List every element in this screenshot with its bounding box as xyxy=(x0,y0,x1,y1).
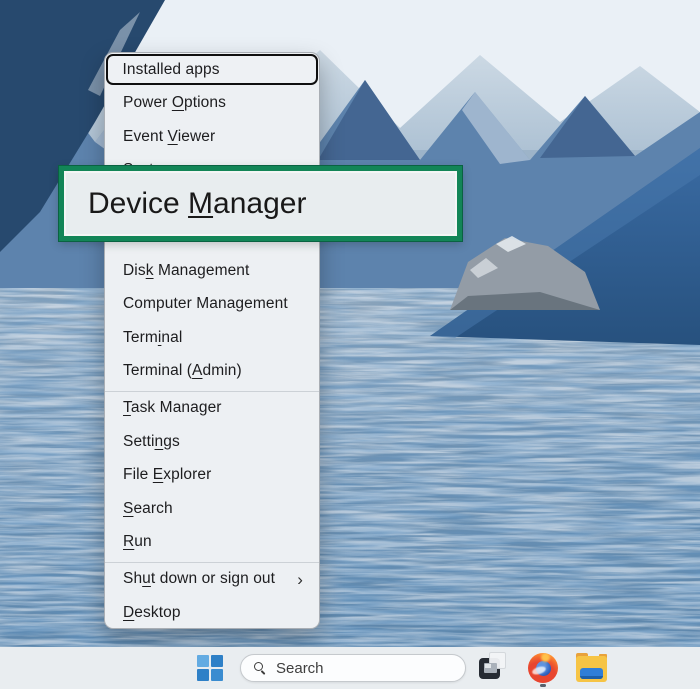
callout-label: Device Manager xyxy=(88,187,306,221)
menu-item-installed-apps[interactable]: Installed apps xyxy=(106,54,318,85)
menu-item-label: Settings xyxy=(123,433,180,451)
menu-item-search[interactable]: Search xyxy=(106,493,318,524)
file-explorer-icon[interactable] xyxy=(576,653,607,682)
menu-item-label: Run xyxy=(123,533,152,551)
windows-logo-icon xyxy=(211,655,223,667)
menu-item-label: Computer Management xyxy=(123,295,288,313)
menu-item-disk-management[interactable]: Disk Management xyxy=(106,255,318,286)
menu-item-file-explorer[interactable]: File Explorer xyxy=(106,460,318,491)
quick-link-menu: Installed apps Power Options Event Viewer S… xyxy=(104,52,320,629)
menu-item-label: Installed apps xyxy=(123,61,220,79)
menu-item-label: Power Options xyxy=(123,94,226,112)
firefox-icon[interactable] xyxy=(528,653,558,683)
menu-item-label: Terminal (Admin) xyxy=(123,362,242,380)
windows-logo-icon xyxy=(211,669,223,681)
screenshot-app-icon[interactable] xyxy=(479,649,509,685)
firefox-running-indicator xyxy=(540,684,546,687)
menu-item-computer-management[interactable]: Computer Management xyxy=(106,289,318,320)
windows-logo-icon xyxy=(197,669,209,681)
menu-item-event-viewer[interactable]: Event Viewer xyxy=(106,121,318,152)
menu-item-task-manager[interactable]: Task Manager xyxy=(106,393,318,424)
desktop: Installed apps Power Options Event Viewer S… xyxy=(0,0,700,689)
menu-item-terminal[interactable]: Terminal xyxy=(106,322,318,353)
menu-item-label: Event Viewer xyxy=(123,128,215,146)
search-icon xyxy=(254,662,266,674)
menu-item-label: Disk Management xyxy=(123,262,249,280)
menu-item-label: Shut down or sign out xyxy=(123,570,275,588)
menu-item-label: Task Manager xyxy=(123,399,222,417)
menu-item-label: Search xyxy=(123,500,173,518)
windows-start-button[interactable] xyxy=(197,655,223,681)
menu-separator xyxy=(105,391,319,392)
menu-item-shut-down-or-sign-out[interactable]: Shut down or sign out › xyxy=(106,564,318,595)
menu-item-power-options[interactable]: Power Options xyxy=(106,88,318,119)
device-manager-callout[interactable]: Device Manager xyxy=(59,166,462,241)
menu-item-label: File Explorer xyxy=(123,466,211,484)
menu-item-label: Desktop xyxy=(123,604,181,622)
menu-item-label: Terminal xyxy=(123,329,182,347)
menu-item-settings[interactable]: Settings xyxy=(106,426,318,457)
taskbar xyxy=(0,647,700,689)
search-input[interactable] xyxy=(276,660,475,677)
windows-logo-icon xyxy=(197,655,209,667)
menu-item-desktop[interactable]: Desktop xyxy=(106,597,318,628)
menu-separator xyxy=(105,562,319,563)
menu-item-run[interactable]: Run xyxy=(106,527,318,558)
menu-item-terminal-admin[interactable]: Terminal (Admin) xyxy=(106,356,318,387)
submenu-chevron-icon: › xyxy=(297,571,318,588)
taskbar-search[interactable] xyxy=(240,654,466,682)
